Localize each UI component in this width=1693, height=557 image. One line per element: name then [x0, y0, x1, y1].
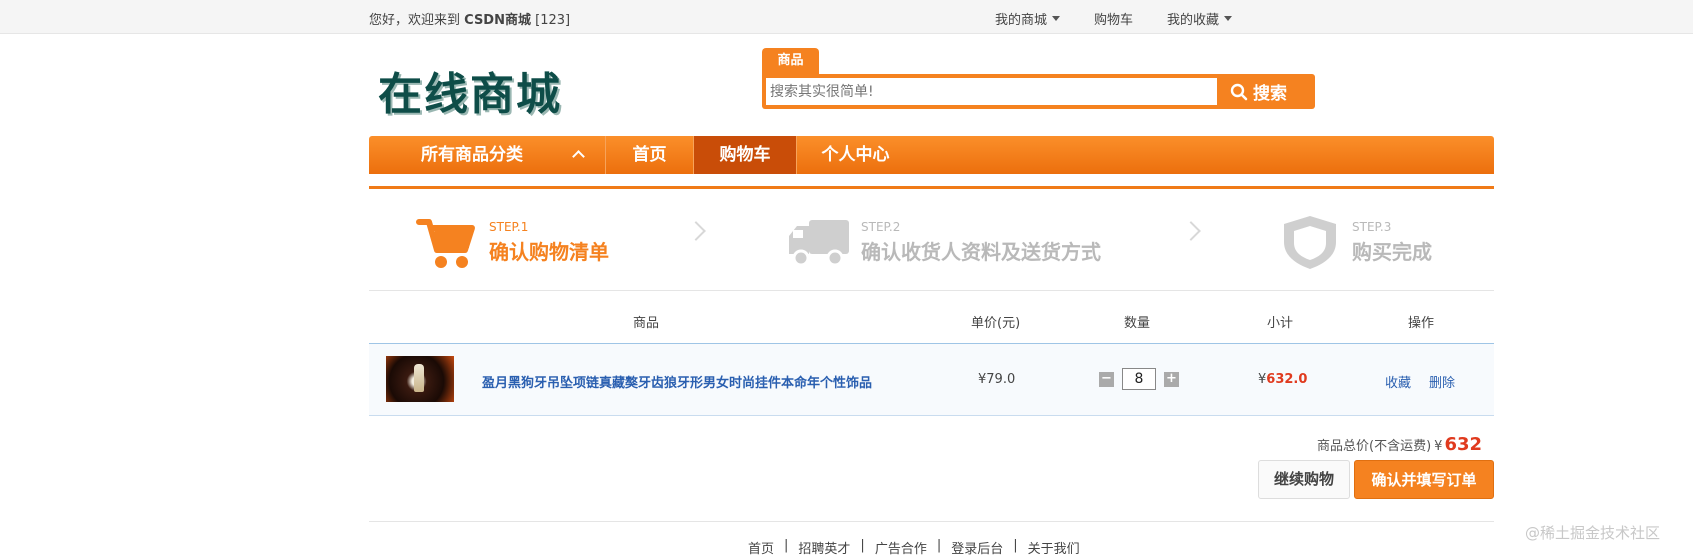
divider [369, 290, 1494, 291]
top-link-label: 购物车 [1094, 13, 1134, 28]
cart-icon [416, 219, 475, 268]
subtotal-value: 632.0 [1266, 372, 1308, 387]
top-links: 我的商城 购物车 我的收藏 [995, 9, 1266, 28]
top-link-cart[interactable]: 购物车 [1094, 9, 1133, 28]
product-title-link[interactable]: 盈月黑狗牙吊坠项链真藏獒牙齿狼牙形男女时尚挂件本命年个性饰品 [482, 372, 872, 391]
cart-table-header: 商品 单价(元) 数量 小计 操作 [369, 306, 1494, 336]
step-label: STEP.3 购买完成 [1352, 220, 1432, 265]
unit-price: ¥79.0 [978, 372, 1016, 387]
checkout-steps: STEP.1 确认购物清单 STEP.2 确认收货人资料及送货方式 STEP.3… [369, 200, 1494, 290]
footer-links: 首页 | 招聘英才 | 广告合作 | 登录后台 | 关于我们 [748, 538, 1090, 557]
welcome-text: 您好，欢迎来到 CSDN商城 [123] [369, 9, 570, 28]
top-link-favorites[interactable]: 我的收藏 [1167, 9, 1233, 28]
chevron-down-icon [1052, 16, 1061, 21]
nav-item-home[interactable]: 首页 [605, 136, 693, 174]
welcome-prefix: 您好，欢迎来到 [369, 13, 461, 28]
footer-link-admin[interactable]: 登录后台 [951, 538, 1003, 557]
chevron-down-icon [1224, 16, 1233, 21]
search-button[interactable]: 搜索 [1230, 78, 1312, 105]
shield-icon [1284, 216, 1336, 269]
user-tag[interactable]: [123] [535, 13, 570, 28]
header-product: 商品 [633, 316, 660, 331]
footer-link-home[interactable]: 首页 [748, 538, 774, 557]
chevron-up-icon [572, 150, 585, 163]
order-total: 商品总价(不含运费) ¥ 632 [1317, 434, 1482, 455]
step-3: STEP.3 购买完成 [1278, 214, 1432, 270]
step-title: 购买完成 [1352, 239, 1432, 264]
watermark: @稀土掘金技术社区 [1525, 524, 1661, 542]
step-title: 确认购物清单 [489, 239, 609, 264]
step-2: STEP.2 确认收货人资料及送货方式 [787, 214, 1101, 270]
delete-link[interactable]: 删除 [1429, 376, 1455, 391]
chevron-right-icon [686, 221, 706, 241]
step-number: STEP.3 [1352, 219, 1392, 234]
step-label: STEP.2 确认收货人资料及送货方式 [861, 220, 1101, 265]
search-tab-products[interactable]: 商品 [762, 48, 819, 76]
nav-divider [369, 186, 1494, 189]
footer-link-jobs[interactable]: 招聘英才 [798, 538, 850, 557]
top-link-label: 我的收藏 [1167, 13, 1220, 28]
product-thumbnail[interactable] [386, 356, 454, 402]
site-name: CSDN商城 [464, 13, 531, 28]
all-categories-menu[interactable]: 所有商品分类 [369, 136, 605, 174]
table-row: 盈月黑狗牙吊坠项链真藏獒牙齿狼牙形男女时尚挂件本命年个性饰品 ¥79.0 − 8… [369, 343, 1494, 416]
search-button-label: 搜索 [1253, 84, 1287, 104]
step-label: STEP.1 确认购物清单 [489, 220, 609, 265]
step-number: STEP.1 [489, 219, 529, 234]
currency-symbol: ¥ [1434, 439, 1443, 454]
step-1: STEP.1 确认购物清单 [415, 214, 609, 270]
footer-link-ads[interactable]: 广告合作 [875, 538, 927, 557]
nav-item-profile[interactable]: 个人中心 [796, 136, 914, 174]
row-actions: 收藏 删除 [1385, 372, 1473, 391]
separator: | [1013, 538, 1018, 553]
separator: | [936, 538, 942, 553]
site-logo[interactable]: 在线商城 [378, 58, 562, 122]
top-link-label: 我的商城 [995, 13, 1048, 28]
main-nav: 所有商品分类 首页 购物车 个人中心 [369, 136, 1494, 174]
all-categories-label: 所有商品分类 [421, 145, 523, 165]
step-title: 确认收货人资料及送货方式 [861, 239, 1101, 264]
confirm-order-button[interactable]: 确认并填写订单 [1354, 460, 1494, 499]
divider [369, 521, 1494, 522]
total-value: 632 [1444, 434, 1483, 455]
top-bar: 您好，欢迎来到 CSDN商城 [123] 我的商城 购物车 我的收藏 [0, 0, 1693, 34]
increase-quantity-button[interactable]: + [1164, 371, 1179, 387]
decrease-quantity-button[interactable]: − [1099, 371, 1114, 387]
truck-icon [789, 220, 849, 267]
chevron-right-icon [1181, 221, 1201, 241]
top-link-my-mall[interactable]: 我的商城 [995, 9, 1061, 28]
step-number: STEP.2 [861, 219, 901, 234]
total-label: 商品总价(不含运费) [1317, 439, 1432, 454]
header-unit-price: 单价(元) [971, 316, 1021, 331]
quantity-stepper: − 8 + [1099, 368, 1179, 390]
nav-item-cart[interactable]: 购物车 [693, 136, 796, 174]
footer-link-about[interactable]: 关于我们 [1028, 538, 1080, 557]
header-quantity: 数量 [1124, 316, 1151, 331]
quantity-input[interactable]: 8 [1122, 368, 1156, 390]
continue-shopping-button[interactable]: 继续购物 [1258, 460, 1350, 499]
header-subtotal: 小计 [1267, 316, 1294, 331]
favorite-link[interactable]: 收藏 [1385, 376, 1411, 391]
search-box: 搜索 [762, 74, 1315, 109]
row-subtotal: ¥632.0 [1258, 372, 1307, 387]
separator: | [784, 538, 789, 553]
separator: | [860, 538, 865, 553]
search-icon [1230, 83, 1248, 100]
search-input[interactable] [766, 78, 1217, 105]
header-actions: 操作 [1408, 316, 1435, 331]
